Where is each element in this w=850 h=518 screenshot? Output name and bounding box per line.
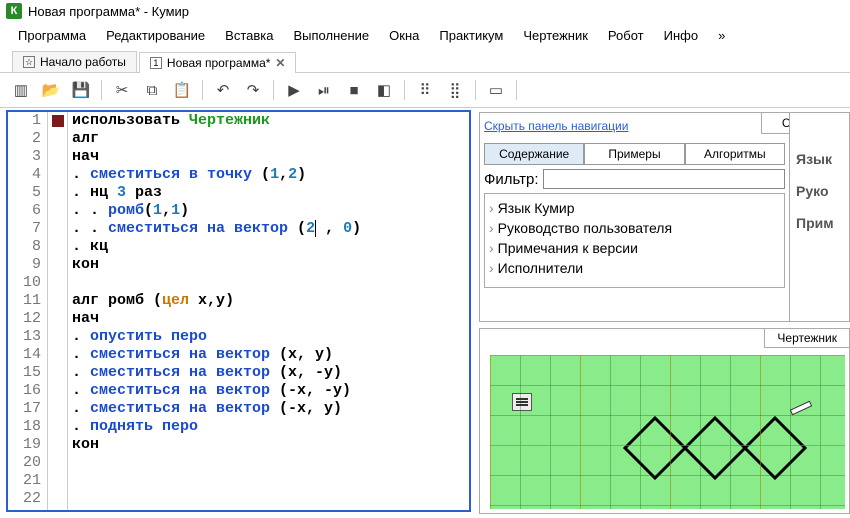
- menu-Редактирование[interactable]: Редактирование: [96, 24, 215, 47]
- app-icon: К: [6, 3, 22, 19]
- drawn-shapes: [620, 413, 810, 483]
- tab-close-icon[interactable]: ✕: [275, 56, 285, 70]
- menu-Окна[interactable]: Окна: [379, 24, 429, 47]
- toolbar-separator: [475, 80, 476, 100]
- tab-icon: 1: [150, 57, 162, 69]
- tree-item[interactable]: ›Примечания к версии: [489, 238, 780, 258]
- help-tab-Примеры[interactable]: Примеры: [584, 143, 684, 165]
- menu-bar: ПрограммаРедактированиеВставкаВыполнение…: [0, 22, 850, 49]
- menu-Вставка[interactable]: Вставка: [215, 24, 283, 47]
- step-button[interactable]: ⏯: [311, 77, 337, 103]
- line-gutter: 12345678910111213141516171819202122: [8, 112, 48, 510]
- new-file-button[interactable]: ▥: [8, 77, 34, 103]
- chevron-right-icon: ›: [489, 260, 494, 276]
- run-button[interactable]: ▶: [281, 77, 307, 103]
- toolbar-separator: [101, 80, 102, 100]
- tab-icon: ☆: [23, 56, 35, 68]
- menu-»[interactable]: »: [708, 24, 735, 47]
- menu-Выполнение[interactable]: Выполнение: [283, 24, 379, 47]
- side-help-item: Руко: [790, 175, 849, 207]
- menu-Робот[interactable]: Робот: [598, 24, 654, 47]
- tab-Новая программа*[interactable]: 1 Новая программа* ✕: [139, 52, 297, 73]
- tab-Начало работы[interactable]: ☆ Начало работы: [12, 51, 137, 72]
- chevron-right-icon: ›: [489, 200, 494, 216]
- grid-small-button[interactable]: ⠿: [412, 77, 438, 103]
- filter-input[interactable]: [543, 169, 785, 189]
- breakpoint-marker[interactable]: [52, 115, 64, 127]
- toolbar-separator: [202, 80, 203, 100]
- tab-label: Новая программа*: [167, 56, 271, 70]
- tree-item[interactable]: ›Руководство пользователя: [489, 218, 780, 238]
- chevron-right-icon: ›: [489, 220, 494, 236]
- hide-nav-link[interactable]: Скрыть панель навигации: [480, 113, 632, 139]
- marker-column: [48, 112, 68, 510]
- save-file-button[interactable]: 💾: [68, 77, 94, 103]
- filter-label: Фильтр:: [484, 171, 539, 188]
- drawer-panel-title: Чертежник: [764, 329, 849, 348]
- pause-button[interactable]: ◧: [371, 77, 397, 103]
- paste-button[interactable]: 📋: [169, 77, 195, 103]
- toolbar: ▥📂💾 ✂⧉📋 ↶↷ ▶⏯■◧ ⠿⣿ ▭: [0, 73, 850, 108]
- menu-Инфо[interactable]: Инфо: [654, 24, 708, 47]
- tree-item[interactable]: ›Исполнители: [489, 258, 780, 278]
- drawer-canvas[interactable]: [490, 355, 845, 509]
- open-file-button[interactable]: 📂: [38, 77, 64, 103]
- ruler-button[interactable]: ▭: [483, 77, 509, 103]
- menu-Программа[interactable]: Программа: [8, 24, 96, 47]
- toolbar-separator: [404, 80, 405, 100]
- side-help-item: Язык: [790, 143, 849, 175]
- tree-item[interactable]: ›Язык Кумир: [489, 198, 780, 218]
- toolbar-separator: [516, 80, 517, 100]
- help-tab-Алгоритмы[interactable]: Алгоритмы: [685, 143, 785, 165]
- toolbar-separator: [273, 80, 274, 100]
- window-title: Новая программа* - Кумир: [28, 4, 189, 19]
- help-side-preview: ЯзыкРукоПрим: [789, 113, 849, 321]
- menu-Чертежник[interactable]: Чертежник: [513, 24, 598, 47]
- undo-button[interactable]: ↶: [210, 77, 236, 103]
- help-panel: Скрыть панель навигации Справка Содержан…: [479, 112, 850, 322]
- copy-button[interactable]: ⧉: [139, 77, 165, 103]
- redo-button[interactable]: ↷: [240, 77, 266, 103]
- code-editor[interactable]: 12345678910111213141516171819202122 испо…: [6, 110, 471, 512]
- stop-button[interactable]: ■: [341, 77, 367, 103]
- menu-Практикум[interactable]: Практикум: [429, 24, 513, 47]
- side-help-item: Прим: [790, 207, 849, 239]
- drawer-panel: Чертежник: [479, 328, 850, 514]
- title-bar: К Новая программа* - Кумир: [0, 0, 850, 22]
- grid-large-button[interactable]: ⣿: [442, 77, 468, 103]
- help-tab-Содержание[interactable]: Содержание: [484, 143, 584, 165]
- canvas-menu-button[interactable]: [512, 393, 532, 411]
- tab-label: Начало работы: [40, 55, 126, 69]
- code-area[interactable]: использовать Чертежникалгнач. сместиться…: [68, 112, 469, 510]
- document-tabs: ☆ Начало работы 1 Новая программа* ✕: [0, 51, 850, 73]
- cut-button[interactable]: ✂: [109, 77, 135, 103]
- chevron-right-icon: ›: [489, 240, 494, 256]
- help-tree: ›Язык Кумир›Руководство пользователя›При…: [484, 193, 785, 288]
